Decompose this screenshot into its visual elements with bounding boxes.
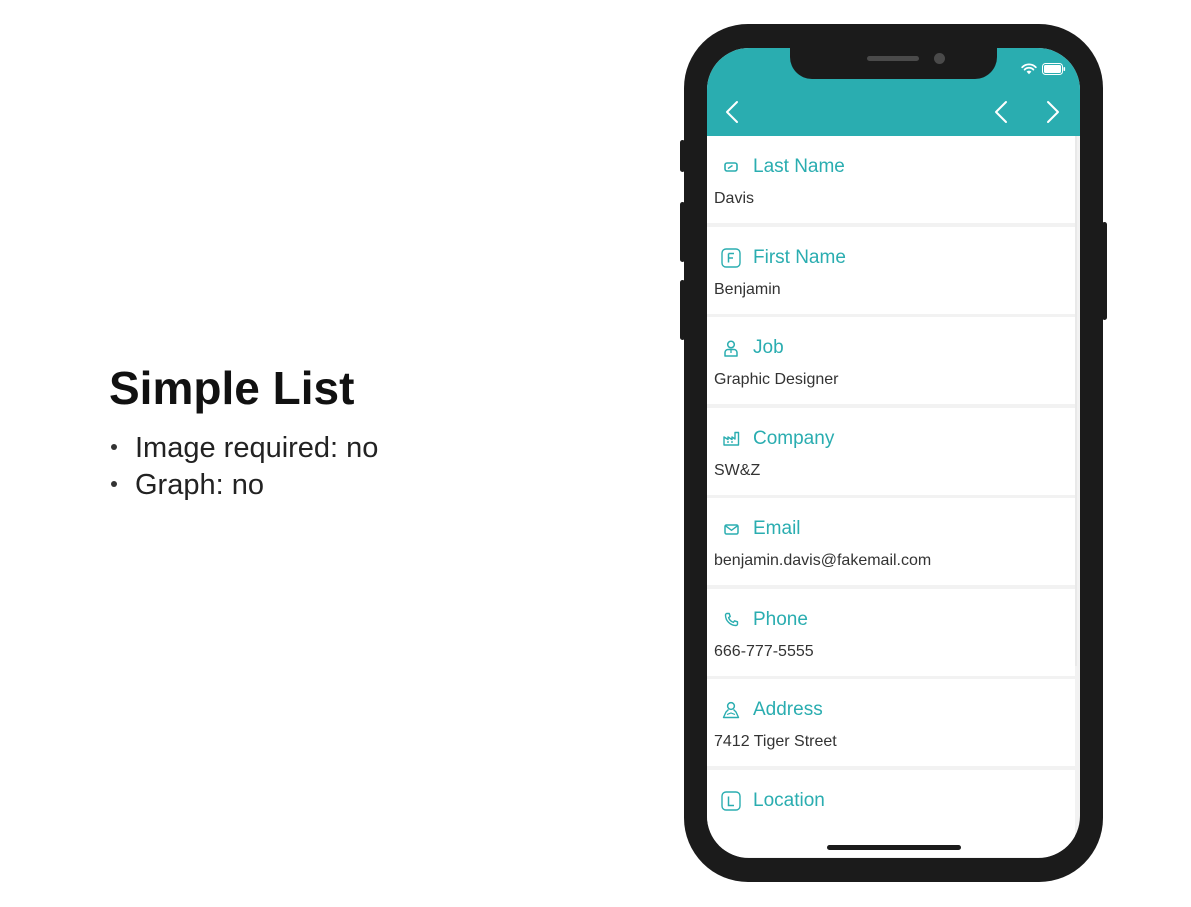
slide-title: Simple List (109, 362, 355, 414)
list-item-first-name[interactable]: First Name Benjamin (707, 226, 1075, 314)
field-value: Graphic Designer (714, 371, 839, 388)
status-bar-icons (1021, 63, 1066, 75)
detail-list: Last Name Davis First Name Benjamin Job … (707, 136, 1075, 858)
slide-canvas: Simple List Image required: no Graph: no (0, 0, 1191, 907)
field-label: Company (753, 427, 835, 449)
field-label: Address (753, 699, 823, 720)
wifi-icon (1021, 63, 1037, 75)
list-item-email[interactable]: Email benjamin.davis@fakemail.com (707, 498, 1075, 585)
home-indicator[interactable] (827, 845, 961, 850)
next-record-button[interactable] (1046, 100, 1068, 124)
back-button[interactable] (725, 100, 747, 124)
speaker-icon (867, 56, 919, 61)
bullet-dot-icon (111, 443, 117, 450)
field-value: 666-777-5555 (714, 642, 814, 660)
bullet-text: Graph: no (135, 469, 264, 501)
phone-screen: Last Name Davis First Name Benjamin Job … (707, 48, 1080, 858)
phone-icon (721, 610, 741, 630)
slide-description: Simple List Image required: no Graph: no (109, 360, 569, 504)
list-item-phone[interactable]: Phone 666-777-5555 (707, 588, 1075, 676)
list-item-company[interactable]: Company SW&Z (707, 407, 1075, 495)
field-value: 7412 Tiger Street (714, 733, 837, 750)
field-value: SW&Z (714, 461, 761, 479)
battery-icon (1042, 63, 1066, 75)
field-label: Email (753, 518, 801, 539)
id-card-icon (721, 157, 741, 177)
field-label: Job (753, 337, 784, 358)
app-header (707, 48, 1080, 136)
scrollbar[interactable] (1075, 136, 1077, 666)
field-label: Last Name (753, 156, 845, 177)
volume-up-button (680, 202, 685, 262)
field-label: First Name (753, 246, 846, 268)
envelope-icon (721, 519, 741, 539)
field-label: Location (753, 789, 825, 811)
bullet-dot-icon (111, 480, 117, 487)
letter-l-icon (721, 790, 741, 811)
map-person-icon (721, 700, 741, 720)
chevron-left-icon (726, 101, 738, 123)
list-item-location[interactable]: Location (707, 769, 1075, 857)
bullet-item: Image required: no (109, 430, 569, 467)
power-button (1102, 222, 1107, 320)
field-value: Benjamin (714, 280, 781, 298)
previous-record-button[interactable] (994, 100, 1016, 124)
volume-down-button (680, 280, 685, 340)
list-item-last-name[interactable]: Last Name Davis (707, 136, 1075, 223)
field-label: Phone (753, 608, 808, 630)
field-value: Davis (714, 190, 755, 207)
field-value: benjamin.davis@fakemail.com (714, 552, 932, 569)
slide-bullets: Image required: no Graph: no (109, 430, 569, 504)
bullet-item: Graph: no (109, 467, 569, 504)
letter-f-icon (721, 247, 741, 268)
factory-icon (721, 429, 741, 449)
chevron-right-icon (1047, 101, 1059, 123)
person-icon (721, 338, 741, 358)
mute-switch (680, 140, 685, 172)
list-item-address[interactable]: Address 7412 Tiger Street (707, 679, 1075, 766)
phone-notch (790, 48, 997, 79)
bullet-text: Image required: no (135, 432, 379, 464)
chevron-left-icon (995, 101, 1007, 123)
camera-icon (934, 53, 945, 64)
list-item-job[interactable]: Job Graphic Designer (707, 317, 1075, 404)
